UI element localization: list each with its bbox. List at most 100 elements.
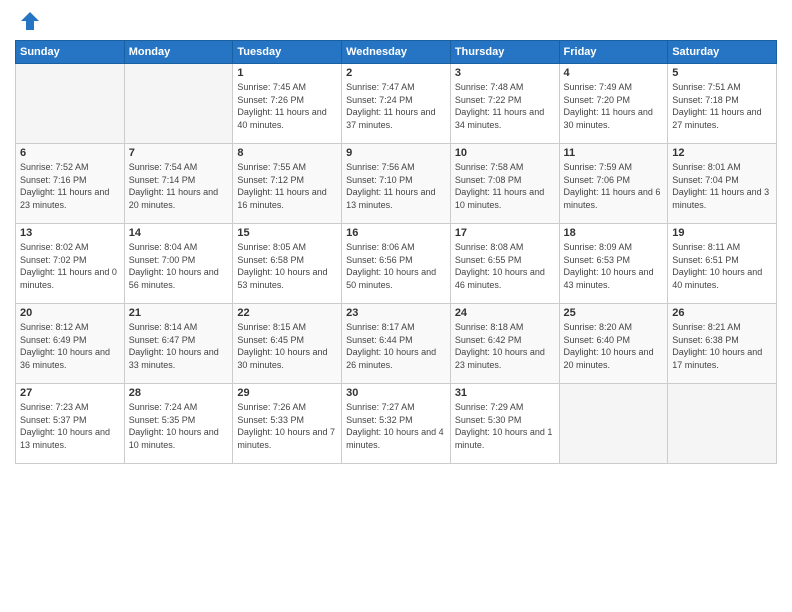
day-info: Sunrise: 7:23 AMSunset: 5:37 PMDaylight:… [20, 402, 110, 450]
calendar-cell: 16 Sunrise: 8:06 AMSunset: 6:56 PMDaylig… [342, 224, 451, 304]
calendar-cell: 27 Sunrise: 7:23 AMSunset: 5:37 PMDaylig… [16, 384, 125, 464]
calendar-cell: 12 Sunrise: 8:01 AMSunset: 7:04 PMDaylig… [668, 144, 777, 224]
calendar-cell [16, 64, 125, 144]
day-number: 4 [564, 67, 664, 79]
day-number: 9 [346, 147, 446, 159]
calendar-cell: 9 Sunrise: 7:56 AMSunset: 7:10 PMDayligh… [342, 144, 451, 224]
calendar-cell: 29 Sunrise: 7:26 AMSunset: 5:33 PMDaylig… [233, 384, 342, 464]
day-info: Sunrise: 7:58 AMSunset: 7:08 PMDaylight:… [455, 162, 544, 210]
weekday-header: Saturday [668, 41, 777, 64]
calendar-cell: 10 Sunrise: 7:58 AMSunset: 7:08 PMDaylig… [450, 144, 559, 224]
day-number: 17 [455, 227, 555, 239]
day-number: 21 [129, 307, 229, 319]
calendar-cell: 25 Sunrise: 8:20 AMSunset: 6:40 PMDaylig… [559, 304, 668, 384]
calendar-cell: 23 Sunrise: 8:17 AMSunset: 6:44 PMDaylig… [342, 304, 451, 384]
weekday-header: Wednesday [342, 41, 451, 64]
day-info: Sunrise: 7:54 AMSunset: 7:14 PMDaylight:… [129, 162, 218, 210]
day-number: 7 [129, 147, 229, 159]
day-number: 23 [346, 307, 446, 319]
day-number: 2 [346, 67, 446, 79]
day-number: 20 [20, 307, 120, 319]
calendar-cell: 3 Sunrise: 7:48 AMSunset: 7:22 PMDayligh… [450, 64, 559, 144]
calendar-cell: 5 Sunrise: 7:51 AMSunset: 7:18 PMDayligh… [668, 64, 777, 144]
weekday-header: Thursday [450, 41, 559, 64]
day-info: Sunrise: 7:48 AMSunset: 7:22 PMDaylight:… [455, 82, 544, 130]
day-number: 8 [237, 147, 337, 159]
day-info: Sunrise: 7:29 AMSunset: 5:30 PMDaylight:… [455, 402, 553, 450]
day-number: 28 [129, 387, 229, 399]
calendar-cell: 13 Sunrise: 8:02 AMSunset: 7:02 PMDaylig… [16, 224, 125, 304]
calendar-cell: 26 Sunrise: 8:21 AMSunset: 6:38 PMDaylig… [668, 304, 777, 384]
day-number: 11 [564, 147, 664, 159]
calendar-cell [668, 384, 777, 464]
calendar-cell [559, 384, 668, 464]
day-number: 16 [346, 227, 446, 239]
day-info: Sunrise: 8:21 AMSunset: 6:38 PMDaylight:… [672, 322, 762, 370]
day-info: Sunrise: 8:20 AMSunset: 6:40 PMDaylight:… [564, 322, 654, 370]
day-info: Sunrise: 8:17 AMSunset: 6:44 PMDaylight:… [346, 322, 436, 370]
day-number: 3 [455, 67, 555, 79]
day-number: 10 [455, 147, 555, 159]
day-number: 18 [564, 227, 664, 239]
day-number: 27 [20, 387, 120, 399]
calendar-cell: 18 Sunrise: 8:09 AMSunset: 6:53 PMDaylig… [559, 224, 668, 304]
calendar-cell: 17 Sunrise: 8:08 AMSunset: 6:55 PMDaylig… [450, 224, 559, 304]
day-info: Sunrise: 8:08 AMSunset: 6:55 PMDaylight:… [455, 242, 545, 290]
day-info: Sunrise: 7:59 AMSunset: 7:06 PMDaylight:… [564, 162, 661, 210]
calendar-cell: 28 Sunrise: 7:24 AMSunset: 5:35 PMDaylig… [124, 384, 233, 464]
calendar-cell: 1 Sunrise: 7:45 AMSunset: 7:26 PMDayligh… [233, 64, 342, 144]
calendar-table: SundayMondayTuesdayWednesdayThursdayFrid… [15, 40, 777, 464]
day-number: 31 [455, 387, 555, 399]
day-number: 15 [237, 227, 337, 239]
calendar-cell: 11 Sunrise: 7:59 AMSunset: 7:06 PMDaylig… [559, 144, 668, 224]
day-info: Sunrise: 7:47 AMSunset: 7:24 PMDaylight:… [346, 82, 435, 130]
calendar-cell: 8 Sunrise: 7:55 AMSunset: 7:12 PMDayligh… [233, 144, 342, 224]
day-number: 12 [672, 147, 772, 159]
calendar-cell: 30 Sunrise: 7:27 AMSunset: 5:32 PMDaylig… [342, 384, 451, 464]
day-info: Sunrise: 8:12 AMSunset: 6:49 PMDaylight:… [20, 322, 110, 370]
calendar-cell: 21 Sunrise: 8:14 AMSunset: 6:47 PMDaylig… [124, 304, 233, 384]
day-number: 22 [237, 307, 337, 319]
day-info: Sunrise: 7:52 AMSunset: 7:16 PMDaylight:… [20, 162, 109, 210]
day-info: Sunrise: 8:15 AMSunset: 6:45 PMDaylight:… [237, 322, 327, 370]
day-info: Sunrise: 7:26 AMSunset: 5:33 PMDaylight:… [237, 402, 335, 450]
day-number: 26 [672, 307, 772, 319]
day-number: 24 [455, 307, 555, 319]
calendar-cell: 20 Sunrise: 8:12 AMSunset: 6:49 PMDaylig… [16, 304, 125, 384]
day-info: Sunrise: 7:24 AMSunset: 5:35 PMDaylight:… [129, 402, 219, 450]
logo-icon [19, 10, 41, 32]
calendar-cell: 22 Sunrise: 8:15 AMSunset: 6:45 PMDaylig… [233, 304, 342, 384]
logo [15, 10, 41, 32]
weekday-header: Friday [559, 41, 668, 64]
calendar-cell: 19 Sunrise: 8:11 AMSunset: 6:51 PMDaylig… [668, 224, 777, 304]
day-info: Sunrise: 7:27 AMSunset: 5:32 PMDaylight:… [346, 402, 444, 450]
day-number: 30 [346, 387, 446, 399]
day-number: 14 [129, 227, 229, 239]
day-info: Sunrise: 8:09 AMSunset: 6:53 PMDaylight:… [564, 242, 654, 290]
day-number: 13 [20, 227, 120, 239]
calendar-cell: 7 Sunrise: 7:54 AMSunset: 7:14 PMDayligh… [124, 144, 233, 224]
day-number: 1 [237, 67, 337, 79]
day-number: 19 [672, 227, 772, 239]
calendar-cell [124, 64, 233, 144]
day-number: 5 [672, 67, 772, 79]
calendar-cell: 31 Sunrise: 7:29 AMSunset: 5:30 PMDaylig… [450, 384, 559, 464]
weekday-header: Tuesday [233, 41, 342, 64]
day-info: Sunrise: 8:14 AMSunset: 6:47 PMDaylight:… [129, 322, 219, 370]
day-info: Sunrise: 7:55 AMSunset: 7:12 PMDaylight:… [237, 162, 326, 210]
day-info: Sunrise: 8:02 AMSunset: 7:02 PMDaylight:… [20, 242, 117, 290]
day-info: Sunrise: 8:11 AMSunset: 6:51 PMDaylight:… [672, 242, 762, 290]
calendar-cell: 4 Sunrise: 7:49 AMSunset: 7:20 PMDayligh… [559, 64, 668, 144]
day-info: Sunrise: 7:51 AMSunset: 7:18 PMDaylight:… [672, 82, 761, 130]
day-info: Sunrise: 8:05 AMSunset: 6:58 PMDaylight:… [237, 242, 327, 290]
day-info: Sunrise: 7:45 AMSunset: 7:26 PMDaylight:… [237, 82, 326, 130]
calendar-cell: 24 Sunrise: 8:18 AMSunset: 6:42 PMDaylig… [450, 304, 559, 384]
weekday-header: Monday [124, 41, 233, 64]
calendar-cell: 2 Sunrise: 7:47 AMSunset: 7:24 PMDayligh… [342, 64, 451, 144]
day-info: Sunrise: 7:49 AMSunset: 7:20 PMDaylight:… [564, 82, 653, 130]
day-info: Sunrise: 7:56 AMSunset: 7:10 PMDaylight:… [346, 162, 435, 210]
calendar-cell: 15 Sunrise: 8:05 AMSunset: 6:58 PMDaylig… [233, 224, 342, 304]
day-info: Sunrise: 8:01 AMSunset: 7:04 PMDaylight:… [672, 162, 769, 210]
day-info: Sunrise: 8:04 AMSunset: 7:00 PMDaylight:… [129, 242, 219, 290]
day-info: Sunrise: 8:06 AMSunset: 6:56 PMDaylight:… [346, 242, 436, 290]
